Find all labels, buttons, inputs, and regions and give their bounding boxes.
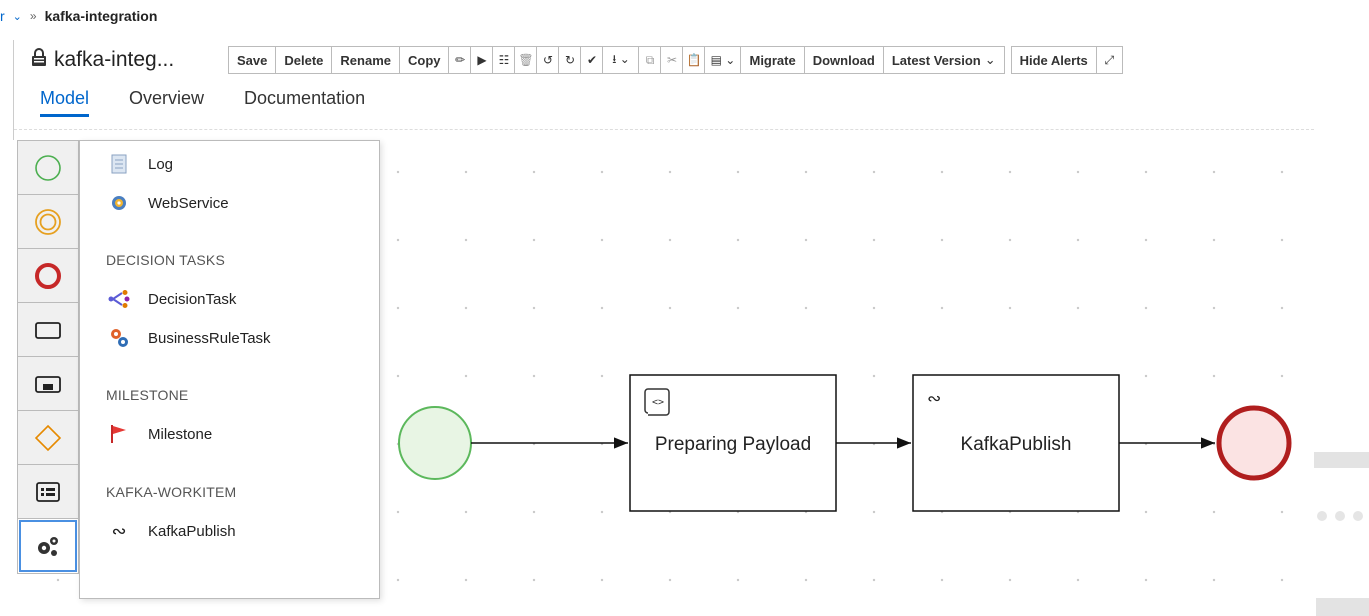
subprocess-icon — [35, 375, 61, 393]
gears-icon — [38, 537, 58, 556]
start-event[interactable] — [398, 406, 472, 480]
palette-subprocesses[interactable] — [18, 357, 78, 411]
task-label: Preparing Payload — [655, 434, 811, 455]
flyout-item-label: KafkaPublish — [148, 522, 236, 540]
flag-icon — [108, 423, 130, 445]
flyout-item-label: WebService — [148, 194, 229, 212]
flyout-item-milestone[interactable]: Milestone — [108, 423, 212, 445]
flyout-section-milestone: MILESTONE — [106, 387, 189, 403]
flyout-item-businessruletask[interactable]: BusinessRuleTask — [108, 327, 271, 349]
document-icon — [108, 153, 130, 175]
flyout-item-label: BusinessRuleTask — [148, 329, 271, 347]
custom-tasks-flyout: Log WebService DECISION TASKS DecisionTa… — [79, 140, 380, 599]
gateway-icon — [34, 424, 62, 451]
flyout-item-kafkapublish[interactable]: ∾ KafkaPublish — [108, 520, 236, 542]
scroll-indicator — [1314, 452, 1369, 468]
start-event-icon — [35, 154, 61, 181]
flyout-item-log[interactable]: Log — [108, 153, 173, 175]
flyout-section-decision: DECISION TASKS — [106, 252, 225, 268]
flyout-item-label: Milestone — [148, 425, 213, 443]
palette-containers[interactable] — [18, 465, 78, 519]
end-event[interactable] — [1216, 405, 1292, 481]
svg-text:<>: <> — [652, 397, 664, 408]
task-label: KafkaPublish — [961, 434, 1072, 455]
palette-gateways[interactable] — [18, 411, 78, 465]
kafka-icon: ∾ — [111, 520, 127, 542]
palette-activities[interactable] — [18, 303, 78, 357]
palette-start-events[interactable] — [18, 141, 78, 195]
business-rule-icon — [108, 327, 130, 349]
flyout-item-label: DecisionTask — [148, 290, 237, 308]
kafka-icon: ∾ — [927, 389, 941, 409]
more-options-icon[interactable] — [1312, 508, 1369, 524]
palette-custom-tasks[interactable] — [18, 519, 78, 573]
flyout-section-kafka: KAFKA-WORKITEM — [106, 484, 237, 500]
webservice-icon — [108, 192, 130, 214]
scroll-indicator — [1316, 598, 1369, 616]
task-icon — [35, 321, 61, 339]
flyout-item-webservice[interactable]: WebService — [108, 192, 229, 214]
flyout-item-label: Log — [148, 155, 174, 173]
flyout-item-decisiontask[interactable]: DecisionTask — [108, 288, 236, 310]
decision-task-icon — [108, 288, 130, 310]
end-event-icon — [35, 262, 61, 289]
intermediate-event-icon — [35, 208, 61, 235]
palette-intermediate-events[interactable] — [18, 195, 78, 249]
container-icon — [36, 481, 60, 502]
palette-end-events[interactable] — [18, 249, 78, 303]
shape-palette — [17, 140, 79, 574]
